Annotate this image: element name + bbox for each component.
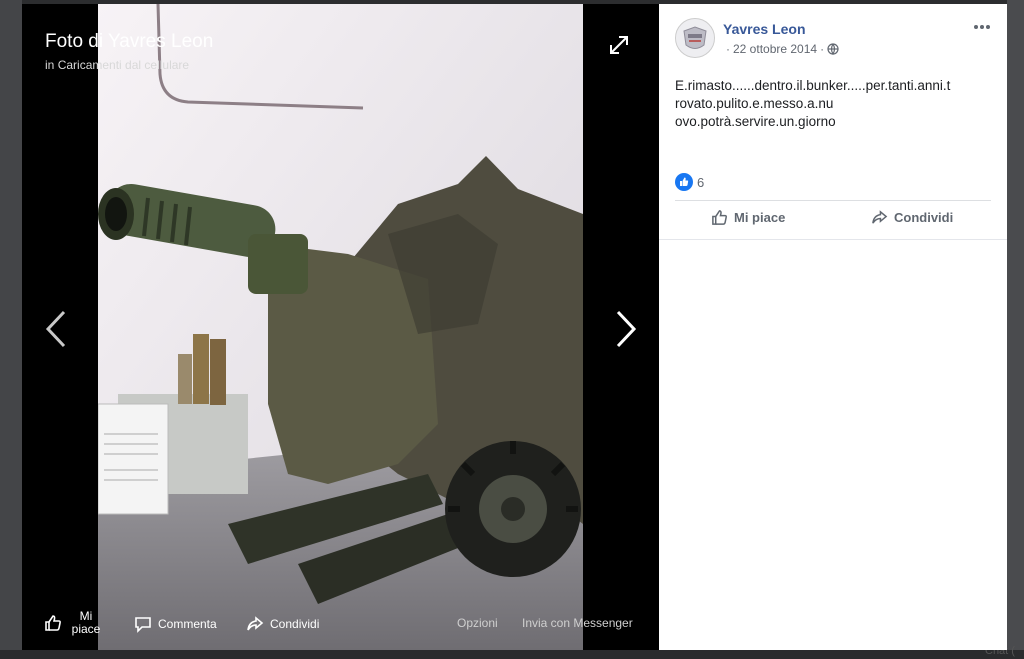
share-icon [872, 210, 888, 224]
post-share-label: Condividi [894, 210, 954, 225]
photo[interactable] [98, 4, 583, 650]
post-like-button[interactable]: Mi piace [711, 209, 785, 226]
backdrop-left [0, 0, 22, 659]
like-reaction-icon [675, 173, 693, 191]
next-photo-button[interactable] [612, 304, 642, 354]
avatar[interactable] [675, 18, 715, 58]
reactions-summary[interactable]: 6 [675, 173, 704, 191]
send-messenger-button[interactable]: Invia con Messenger [522, 616, 633, 630]
panel-bottom-rule [659, 239, 1007, 240]
globe-icon [827, 43, 839, 55]
backdrop-right [1007, 0, 1024, 659]
comment-button[interactable]: Commenta [134, 615, 217, 633]
thumbs-up-icon [45, 615, 61, 631]
messenger-label: Invia con Messenger [522, 616, 633, 630]
meta-separator: · [726, 42, 730, 56]
thumbs-up-icon [712, 210, 727, 225]
share-icon [247, 616, 264, 631]
post-share-button[interactable]: Condividi [871, 209, 953, 226]
actions-divider [675, 200, 991, 201]
post-date[interactable]: 22 ottobre 2014 [733, 42, 817, 56]
album-prefix: in [45, 58, 55, 72]
album-link[interactable]: Caricamenti dal cellulare [58, 58, 189, 72]
likes-count: 6 [697, 174, 705, 190]
expand-icon[interactable] [608, 34, 630, 56]
photo-album-line: in Caricamenti dal cellulare [45, 58, 189, 72]
like-button[interactable]: Mi piace [44, 610, 104, 636]
comment-icon [135, 617, 151, 633]
post-panel: Yavres Leon · 22 ottobre 2014 · E.rimast… [659, 4, 1007, 650]
meta-separator: · [820, 42, 825, 56]
more-options-icon[interactable] [972, 20, 992, 32]
photo-title: Foto di Yavres Leon [45, 31, 214, 52]
options-button[interactable]: Opzioni [457, 616, 498, 630]
comment-label: Commenta [158, 617, 217, 631]
like-label: Mi piace [71, 609, 101, 636]
photo-action-bar: Mi piace Commenta Condividi Opzioni Invi… [22, 600, 659, 650]
post-text: E.rimasto......dentro.il.bunker.....per.… [675, 78, 951, 129]
options-label: Opzioni [457, 616, 498, 630]
previous-photo-button[interactable] [40, 304, 70, 354]
backdrop-bottom [0, 650, 1024, 659]
share-button[interactable]: Condividi [246, 615, 319, 633]
post-like-label: Mi piace [734, 210, 786, 225]
post-meta: · 22 ottobre 2014 · [723, 42, 839, 56]
photo-viewer: Foto di Yavres Leon in Caricamenti dal c… [22, 4, 659, 650]
post-author[interactable]: Yavres Leon [723, 21, 806, 37]
share-label: Condividi [270, 617, 320, 631]
